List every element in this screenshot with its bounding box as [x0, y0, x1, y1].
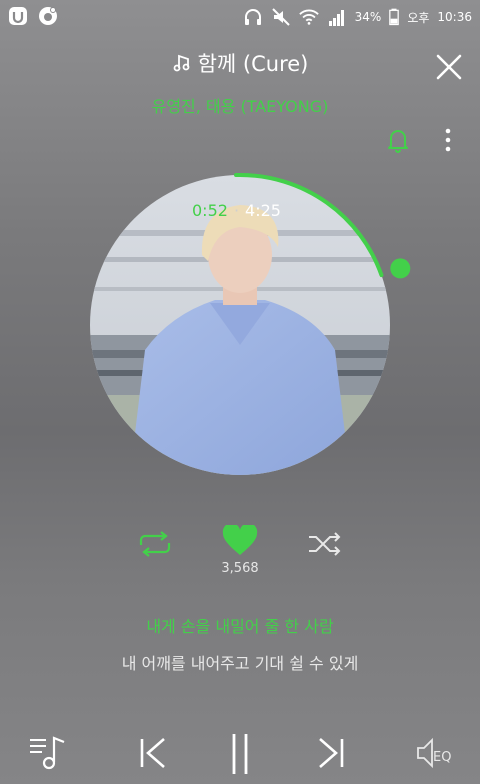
song-header: 함께 (Cure) — [0, 48, 480, 78]
like-heart-icon[interactable] — [222, 525, 258, 557]
previous-track-icon[interactable] — [138, 736, 168, 770]
signal-icon — [328, 10, 344, 26]
clock-ampm: 오후 — [407, 10, 430, 25]
clock-time: 10:36 — [437, 10, 472, 24]
song-title: 함께 (Cure) — [172, 48, 309, 78]
like-count: 3,568 — [221, 561, 259, 576]
more-options-icon[interactable] — [441, 127, 455, 153]
close-icon[interactable] — [434, 52, 464, 82]
equalizer-button[interactable]: EQ — [414, 736, 460, 770]
playback-options-row — [0, 525, 480, 565]
mute-icon — [271, 8, 290, 26]
shuffle-icon[interactable] — [307, 530, 343, 558]
app-badge-icon — [9, 7, 27, 25]
status-bar: 34% 오후 10:36 — [0, 0, 480, 34]
eq-label: EQ — [433, 750, 452, 765]
time-separator: · — [233, 201, 240, 220]
wifi-icon — [298, 9, 319, 25]
transport-bar: EQ — [0, 728, 480, 776]
headphones-icon — [244, 9, 261, 25]
next-track-icon[interactable] — [316, 736, 346, 770]
repeat-icon[interactable] — [137, 530, 173, 558]
pause-icon[interactable] — [228, 732, 252, 776]
playlist-icon[interactable] — [28, 732, 68, 772]
total-time: 4:25 — [245, 201, 281, 220]
current-time: 0:52 — [192, 201, 228, 220]
battery-percent: 34% — [354, 10, 382, 24]
music-note-icon — [173, 54, 190, 72]
battery-icon — [389, 8, 400, 26]
playback-time: 0:52 · 4:25 — [192, 201, 281, 220]
progress-knob[interactable] — [390, 258, 411, 279]
lyric-current-line[interactable]: 내게 손을 내밀어 줄 한 사람 — [0, 613, 480, 637]
song-title-text: 함께 (Cure) — [197, 52, 309, 76]
progress-arc — [234, 173, 384, 278]
lyric-next-line[interactable]: 내 어깨를 내어주고 기대 쉴 수 있게 — [0, 650, 480, 674]
artist-name[interactable]: 유영진, 태용 (TAEYONG) — [0, 93, 480, 117]
music-app-icon — [39, 7, 57, 25]
bell-icon[interactable] — [386, 127, 410, 153]
